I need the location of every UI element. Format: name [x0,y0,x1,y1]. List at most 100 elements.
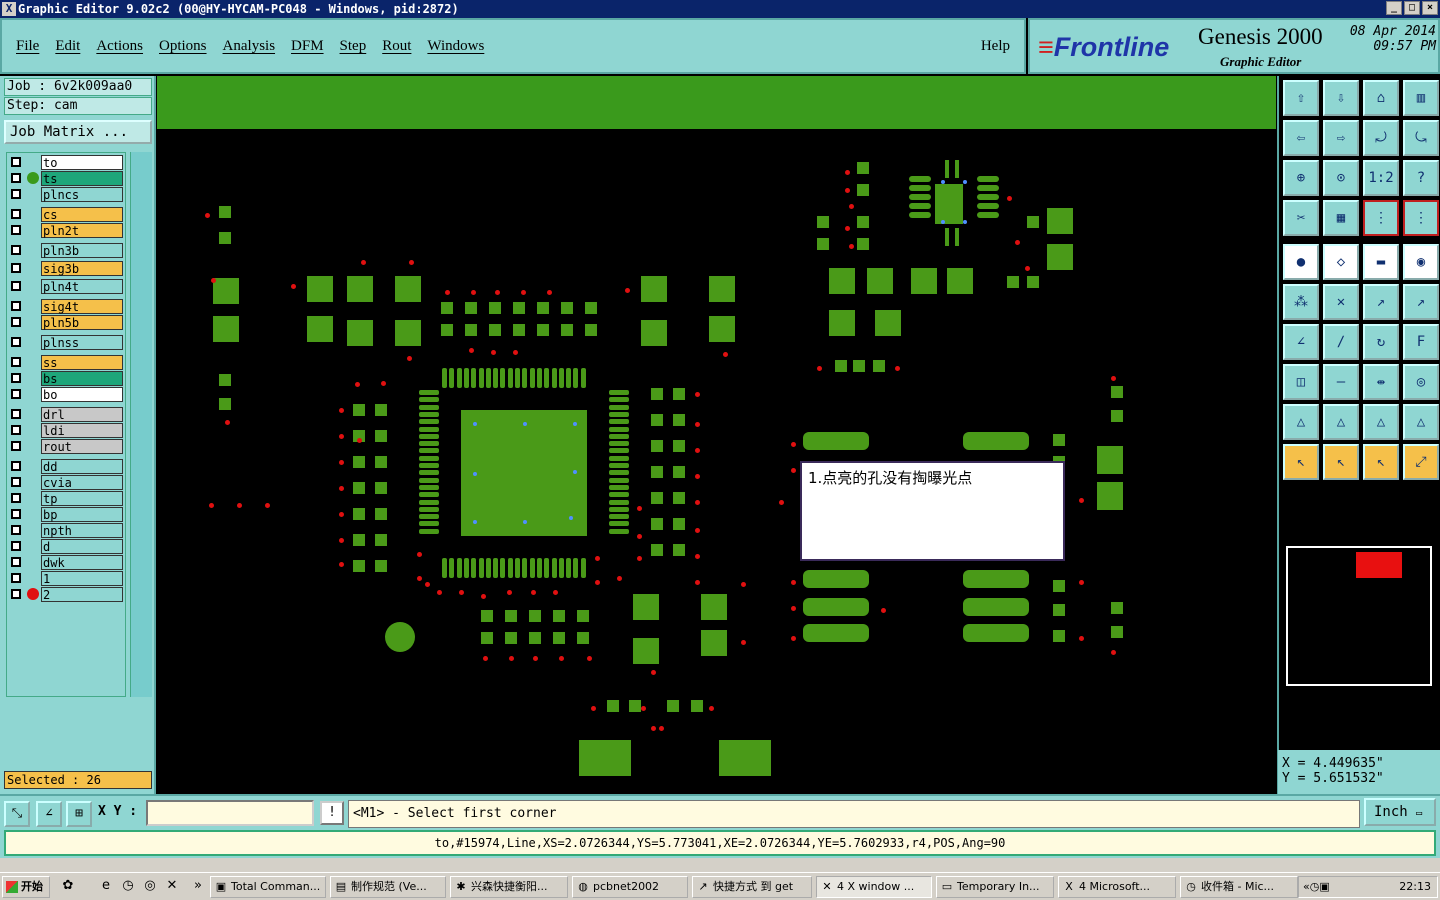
layer-name[interactable]: bp [41,507,123,522]
layer-row[interactable]: drl [7,407,125,422]
taskbar-task[interactable]: ▭ Temporary In... [936,876,1054,898]
layer-checkbox[interactable] [11,263,21,273]
layer-name[interactable]: rout [41,439,123,454]
tray-icons[interactable]: «◷▣ [1303,880,1330,893]
tool-button[interactable]: ◎ [1403,364,1439,400]
tool-button[interactable]: ↗ [1403,284,1439,320]
tool-button[interactable]: ⇹ [1363,364,1399,400]
layer-row[interactable]: cs [7,207,125,222]
layer-checkbox[interactable] [11,373,21,383]
layer-checkbox[interactable] [11,317,21,327]
layer-name[interactable]: pln5b [41,315,123,330]
taskbar-task[interactable]: ✱ 兴森快捷衡阳... [450,876,568,898]
menu-options[interactable]: Options [159,38,207,55]
tool-button[interactable]: ✕ [1323,284,1359,320]
layer-checkbox[interactable] [11,409,21,419]
exclaim-button[interactable]: ! [320,801,344,825]
tool-button[interactable]: ⇦ [1283,120,1319,156]
layer-row[interactable]: 2 [7,587,125,602]
layer-checkbox[interactable] [11,461,21,471]
layer-row[interactable]: bp [7,507,125,522]
layer-row[interactable]: d [7,539,125,554]
tool-button[interactable]: ⤢ [1403,444,1439,480]
layer-name[interactable]: pln3b [41,243,123,258]
tool-button[interactable]: ↖ [1283,444,1319,480]
layer-checkbox[interactable] [11,589,21,599]
layer-row[interactable]: bs [7,371,125,386]
layer-row[interactable]: bo [7,387,125,402]
tool-button[interactable]: 1:2 [1363,160,1399,196]
layer-row[interactable]: ts [7,171,125,186]
tool-button[interactable]: ⋮ [1403,200,1439,236]
layer-name[interactable]: pln4t [41,279,123,294]
tool-button[interactable]: ⋮ [1363,200,1399,236]
layer-checkbox[interactable] [11,245,21,255]
layer-row[interactable]: ss [7,355,125,370]
layer-name[interactable]: npth [41,523,123,538]
layer-row[interactable]: tp [7,491,125,506]
graphic-canvas[interactable] [157,76,1276,794]
layer-row[interactable]: plncs [7,187,125,202]
layer-row[interactable]: pln3b [7,243,125,258]
tool-button[interactable]: △ [1403,404,1439,440]
tool-button[interactable]: △ [1283,404,1319,440]
layer-checkbox[interactable] [11,389,21,399]
more-icon[interactable]: » [190,878,206,894]
layer-checkbox[interactable] [11,557,21,567]
layer-name[interactable]: drl [41,407,123,422]
overview-map[interactable] [1286,546,1432,686]
maximize-button[interactable]: □ [1404,1,1420,15]
taskbar-task[interactable]: ◷ 收件箱 - Mic... [1180,876,1298,898]
ie-icon[interactable]: e [98,878,114,894]
layer-checkbox[interactable] [11,477,21,487]
layer-checkbox[interactable] [11,225,21,235]
tool-button[interactable]: ? [1403,160,1439,196]
layer-name[interactable]: dwk [41,555,123,570]
layer-checkbox[interactable] [11,157,21,167]
layer-name[interactable]: ss [41,355,123,370]
layer-checkbox[interactable] [11,357,21,367]
colors-icon[interactable]: ✿ [60,878,76,894]
job-matrix-button[interactable]: Job Matrix ... [4,120,152,144]
layer-name[interactable]: bs [41,371,123,386]
layer-row[interactable]: to [7,155,125,170]
tool-button[interactable]: ◫ [1283,364,1319,400]
tool-button[interactable]: △ [1323,404,1359,440]
layer-row[interactable]: npth [7,523,125,538]
layer-row[interactable]: pln5b [7,315,125,330]
app-icon[interactable]: X [2,2,16,16]
layer-name[interactable]: tp [41,491,123,506]
taskbar-task[interactable]: X 4 Microsoft... [1058,876,1176,898]
layer-checkbox[interactable] [11,573,21,583]
tool-button[interactable]: ◉ [1403,244,1439,280]
layer-scrollbar[interactable] [130,152,152,697]
tool-button[interactable]: ↻ [1363,324,1399,360]
taskbar-task[interactable]: ▣ Total Comman... [210,876,326,898]
layer-row[interactable]: sig4t [7,299,125,314]
layer-checkbox[interactable] [11,209,21,219]
xy-input[interactable] [146,800,314,826]
menu-rout[interactable]: Rout [382,38,411,55]
layer-checkbox[interactable] [11,281,21,291]
angle-icon[interactable]: ∠ [36,801,62,827]
layer-name[interactable]: 2 [41,587,123,602]
tool-button[interactable]: ▥ [1403,80,1439,116]
layer-checkbox[interactable] [11,493,21,503]
layer-checkbox[interactable] [11,441,21,451]
tool-button[interactable]: ● [1283,244,1319,280]
tool-button[interactable]: F [1403,324,1439,360]
tool-button[interactable]: ↗ [1363,284,1399,320]
menu-dfm[interactable]: DFM [291,38,324,55]
layer-row[interactable]: rout [7,439,125,454]
snap-icon[interactable]: ⤡ [4,801,30,827]
layer-name[interactable]: 1 [41,571,123,586]
tool-button[interactable]: △ [1363,404,1399,440]
tool-button[interactable]: ✂ [1283,200,1319,236]
layer-row[interactable]: plnss [7,335,125,350]
overview-viewport[interactable] [1356,552,1402,578]
layer-row[interactable]: 1 [7,571,125,586]
tool-button[interactable]: ⊙ [1323,160,1359,196]
layer-name[interactable]: ts [41,171,123,186]
unit-selector[interactable]: Inch ▭ [1364,798,1436,826]
taskbar-task[interactable]: ↗ 快捷方式 到 get [692,876,812,898]
